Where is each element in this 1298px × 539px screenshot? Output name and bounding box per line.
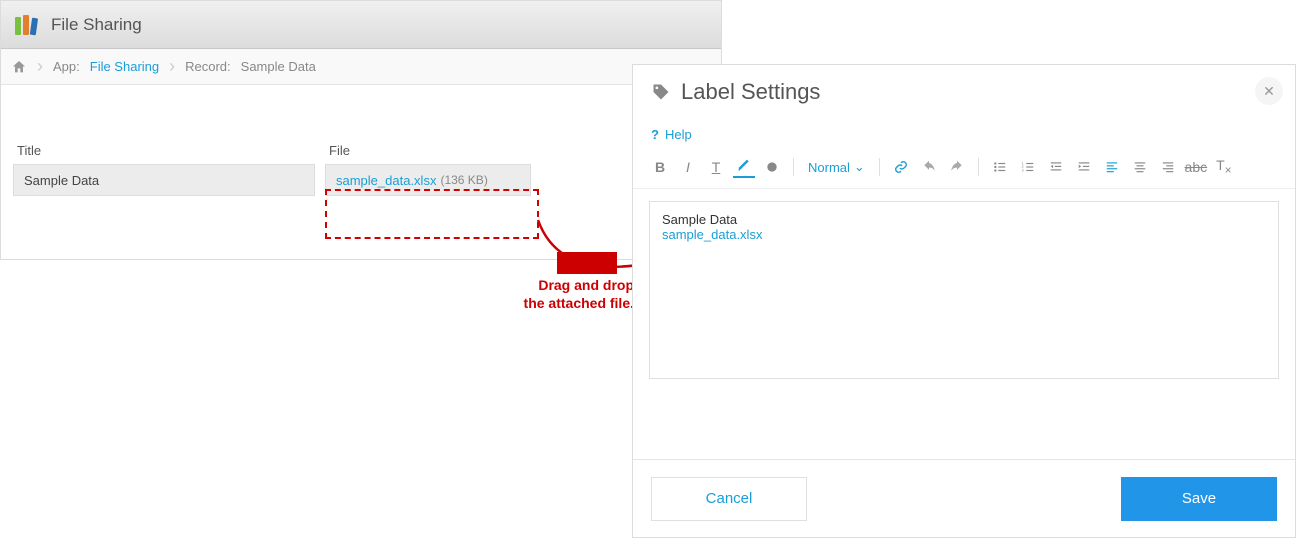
indent-button[interactable]: [1073, 156, 1095, 178]
save-button[interactable]: Save: [1121, 477, 1277, 521]
app-logo-icon: [13, 11, 41, 39]
file-value-box[interactable]: sample_data.xlsx (136 KB): [325, 164, 531, 196]
breadcrumb-app-link[interactable]: File Sharing: [90, 59, 159, 74]
breadcrumb-record-prefix: Record:: [185, 59, 231, 74]
annotation-marker: [557, 252, 617, 274]
link-button[interactable]: [890, 156, 912, 178]
source-app-window: File Sharing › App: File Sharing › Recor…: [0, 0, 722, 260]
chevron-right-icon: ›: [169, 56, 175, 77]
home-icon[interactable]: [11, 59, 27, 75]
editor-line-1: Sample Data: [662, 212, 1266, 227]
breadcrumb-record-name: Sample Data: [241, 59, 316, 74]
ul-button[interactable]: [989, 156, 1011, 178]
strikethrough-button[interactable]: abc: [1185, 156, 1207, 178]
app-title: File Sharing: [51, 15, 142, 35]
outdent-button[interactable]: [1045, 156, 1067, 178]
svg-text:3: 3: [1021, 169, 1023, 173]
breadcrumb: › App: File Sharing › Record: Sample Dat…: [1, 49, 721, 85]
attached-file-size: (136 KB): [440, 173, 487, 187]
chevron-down-icon: ⌄: [854, 159, 865, 175]
dialog-footer: Cancel Save: [633, 459, 1295, 537]
attached-file-link[interactable]: sample_data.xlsx: [336, 173, 436, 188]
cancel-button[interactable]: Cancel: [651, 477, 807, 521]
ol-button[interactable]: 123: [1017, 156, 1039, 178]
text-color-button[interactable]: [733, 156, 755, 178]
record-form: Title File Sample Data sample_data.xlsx …: [1, 85, 721, 210]
underline-button[interactable]: T: [705, 156, 727, 178]
help-label: Help: [665, 127, 692, 142]
bold-button[interactable]: B: [649, 156, 671, 178]
align-center-button[interactable]: [1129, 156, 1151, 178]
italic-button[interactable]: I: [677, 156, 699, 178]
breadcrumb-app-prefix: App:: [53, 59, 80, 74]
title-value-box: Sample Data: [13, 164, 315, 196]
font-size-dropdown[interactable]: Normal ⌄: [804, 159, 869, 175]
editor-toolbar: B I T Normal ⌄ 123 abc T×: [633, 150, 1295, 189]
clear-format-button[interactable]: T×: [1213, 156, 1235, 178]
tag-icon: [651, 82, 671, 102]
redo-button[interactable]: [946, 156, 968, 178]
help-icon: ?: [651, 127, 659, 142]
dialog-title: Label Settings: [681, 79, 820, 105]
app-titlebar: File Sharing: [1, 1, 721, 49]
field-label-file: File: [329, 143, 350, 158]
annotation-caption: Drag and drop the attached file.: [460, 276, 634, 312]
align-left-button[interactable]: [1101, 156, 1123, 178]
help-link[interactable]: ? Help: [633, 119, 1295, 150]
chevron-right-icon: ›: [37, 56, 43, 77]
bg-color-button[interactable]: [761, 156, 783, 178]
dialog-header: Label Settings ✕: [633, 65, 1295, 119]
editor-file-link[interactable]: sample_data.xlsx: [662, 227, 1266, 242]
title-value: Sample Data: [24, 173, 99, 188]
undo-button[interactable]: [918, 156, 940, 178]
close-button[interactable]: ✕: [1255, 77, 1283, 105]
rich-text-editor[interactable]: Sample Data sample_data.xlsx: [649, 201, 1279, 379]
align-right-button[interactable]: [1157, 156, 1179, 178]
label-settings-dialog: Label Settings ✕ ? Help B I T Normal ⌄: [632, 64, 1296, 538]
close-icon: ✕: [1263, 83, 1275, 100]
field-label-title: Title: [17, 143, 329, 158]
